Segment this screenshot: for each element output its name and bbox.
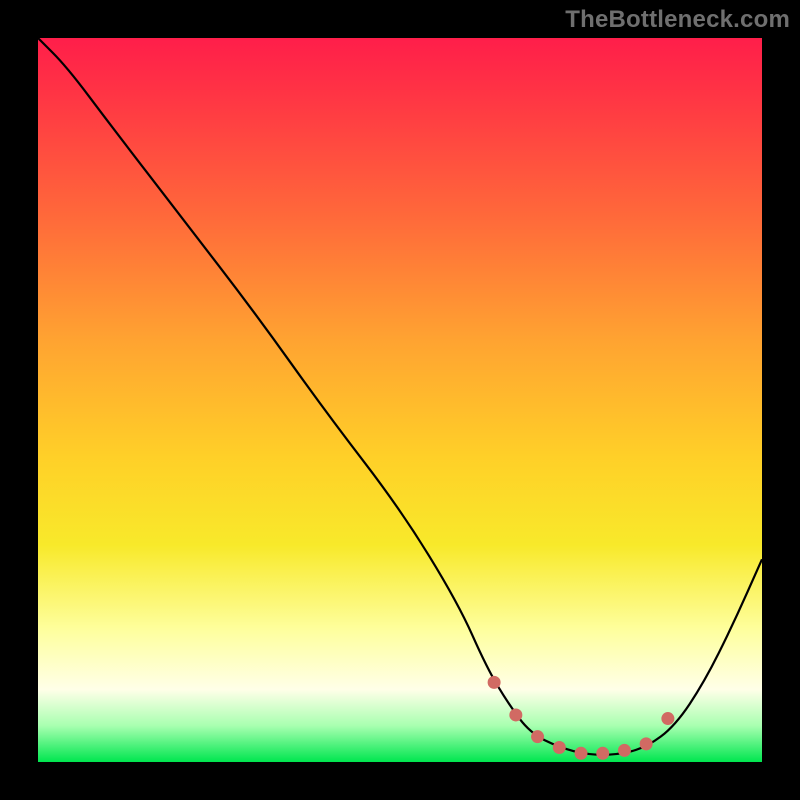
- plot-area: [38, 38, 762, 762]
- optimal-range-markers: [488, 676, 675, 760]
- marker-dot: [553, 741, 566, 754]
- marker-dot: [618, 744, 631, 757]
- watermark-text: TheBottleneck.com: [565, 6, 790, 34]
- marker-dot: [509, 708, 522, 721]
- marker-dot: [488, 676, 501, 689]
- chart-svg: [38, 38, 762, 762]
- bottleneck-curve: [38, 38, 762, 755]
- marker-dot: [575, 747, 588, 760]
- marker-dot: [640, 737, 653, 750]
- marker-dot: [531, 730, 544, 743]
- marker-dot: [596, 747, 609, 760]
- chart-frame: TheBottleneck.com: [0, 0, 800, 800]
- marker-dot: [661, 712, 674, 725]
